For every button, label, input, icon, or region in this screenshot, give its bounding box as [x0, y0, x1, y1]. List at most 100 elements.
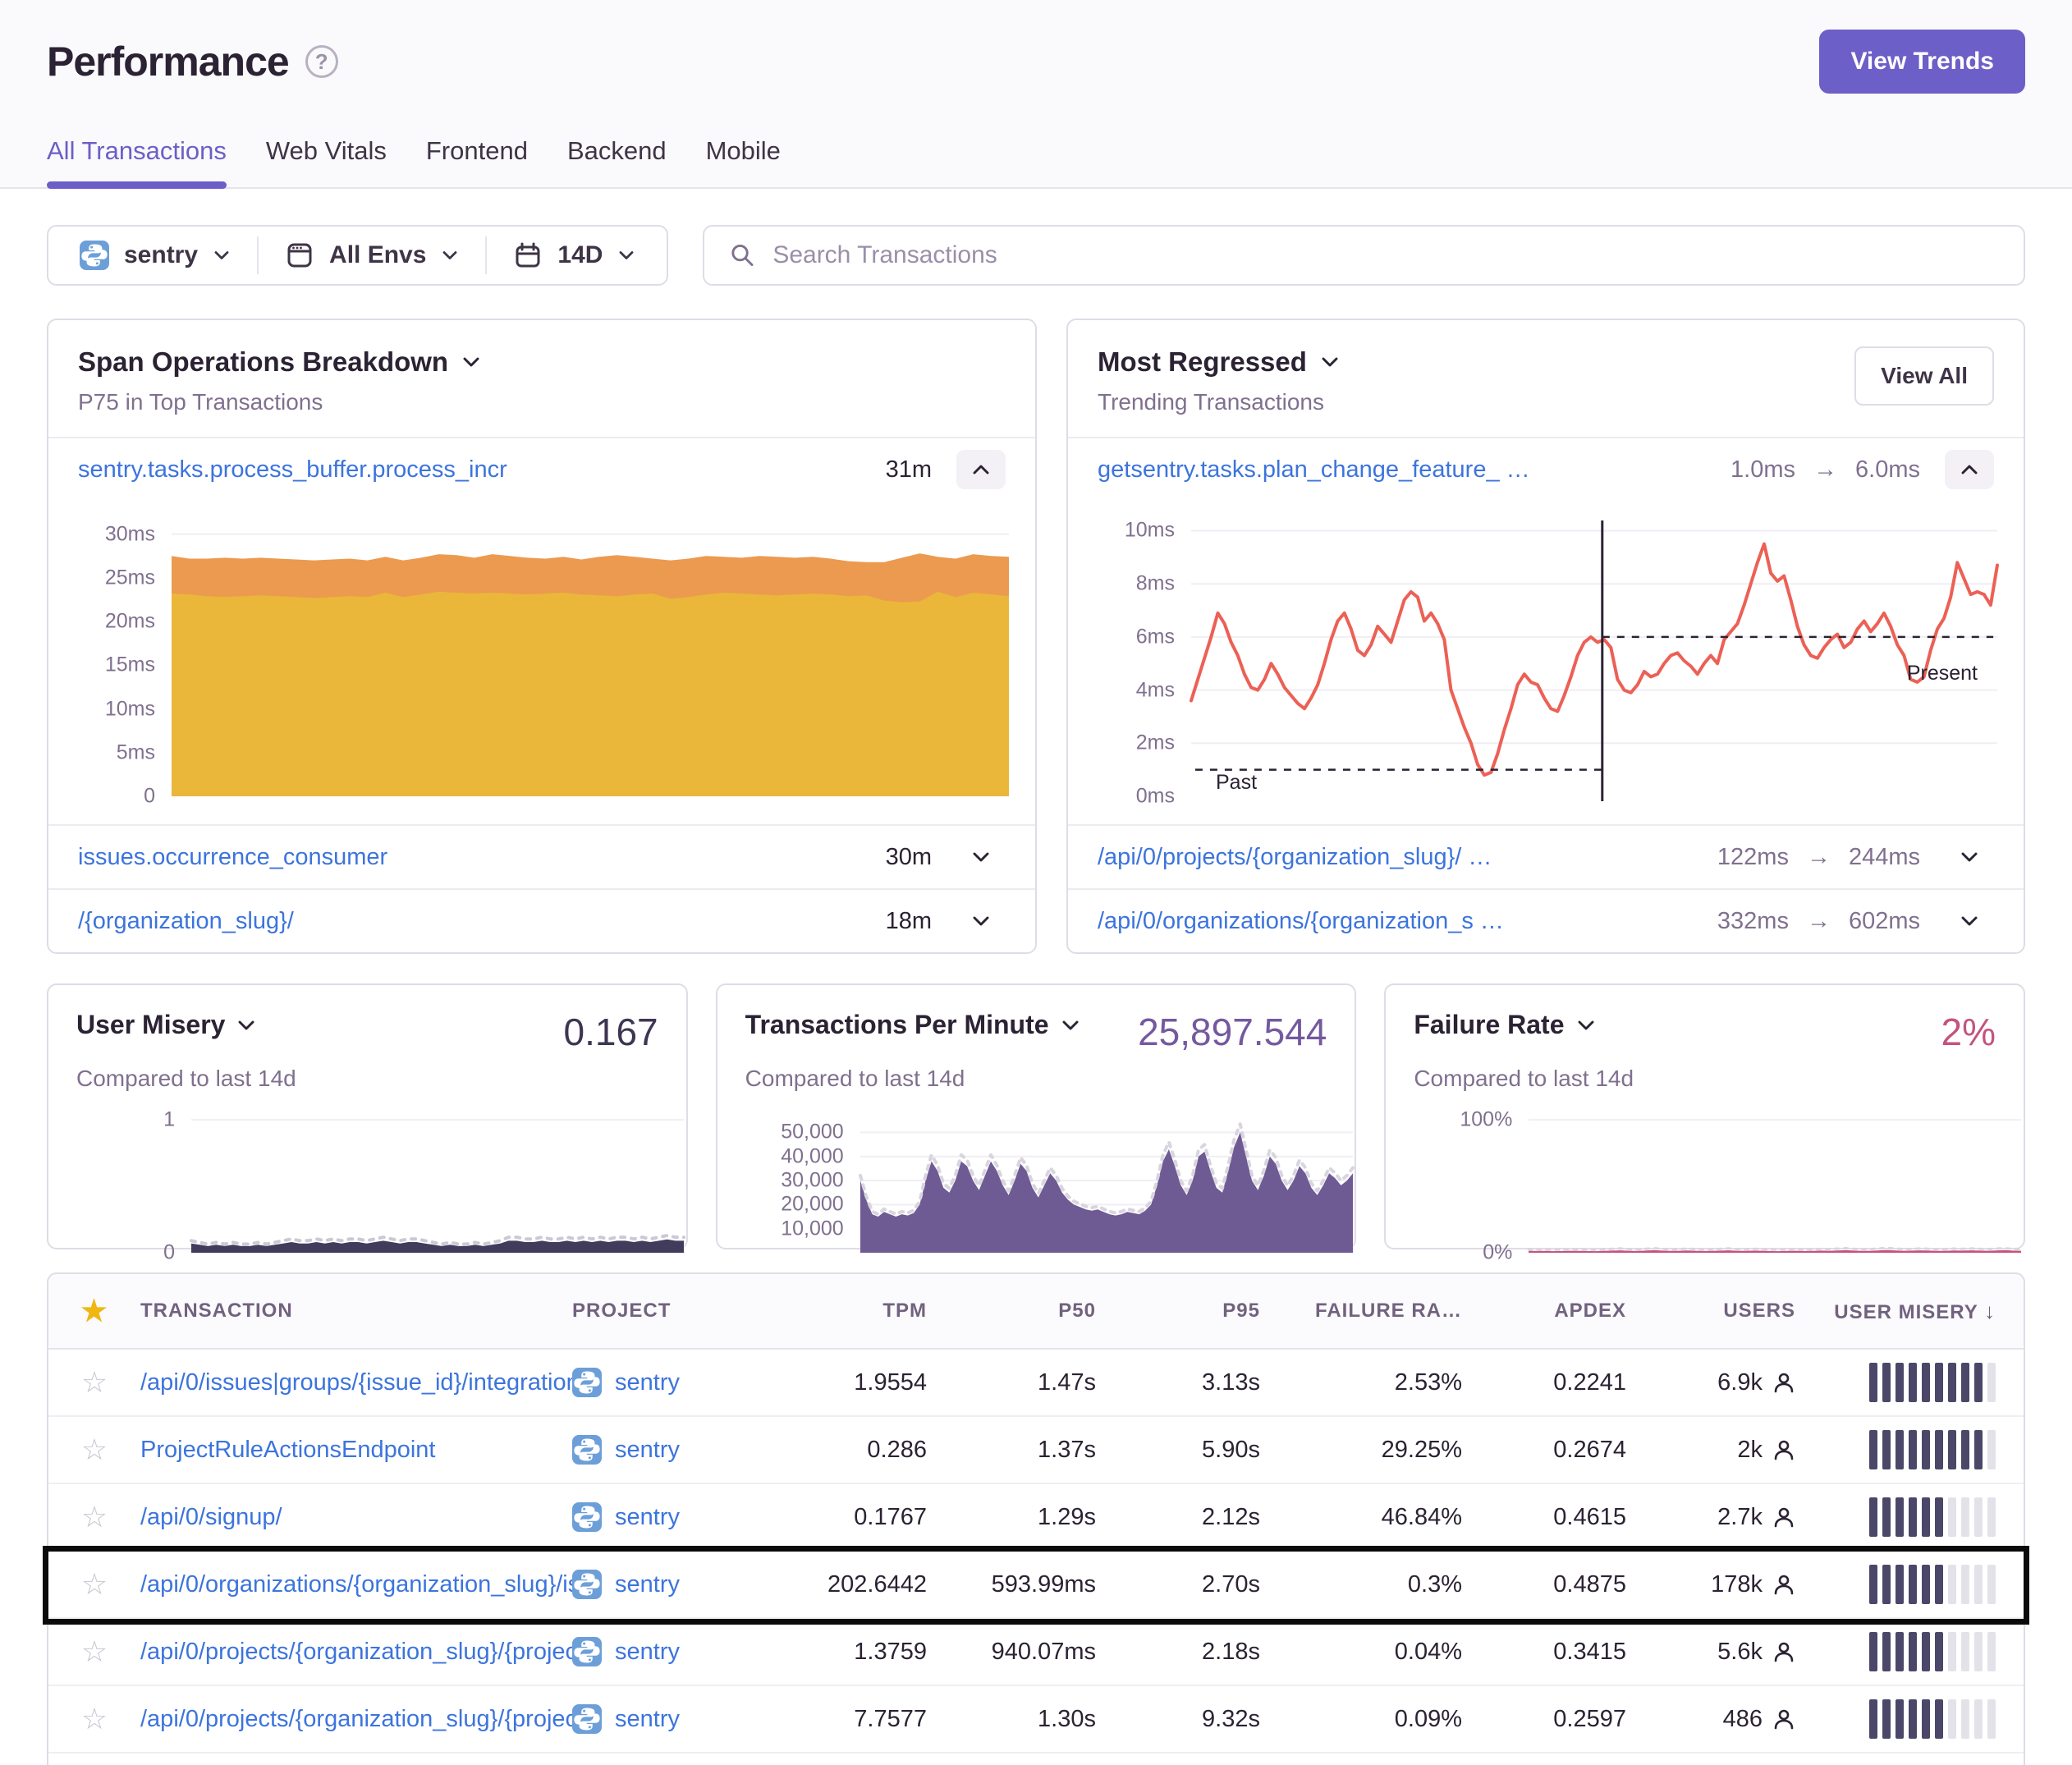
column-header-failure-rate[interactable]: FAILURE RA…	[1281, 1300, 1483, 1323]
y-axis-ticks: 10	[76, 1113, 191, 1253]
table-body: ☆ /api/0/issues|groups/{issue_id}/integra…	[48, 1350, 2024, 1765]
transaction-link[interactable]: /api/0/signup/	[140, 1504, 572, 1531]
star-toggle[interactable]: ☆	[81, 1500, 108, 1534]
view-all-button[interactable]: View All	[1854, 346, 1994, 406]
environment-filter-label: All Envs	[329, 241, 426, 269]
transaction-link[interactable]: /api/0/organizations/{organization_slug}…	[140, 1571, 572, 1598]
collapse-button[interactable]	[956, 450, 1006, 489]
column-header-p50[interactable]: P50	[948, 1300, 1117, 1323]
project-link[interactable]: sentry	[615, 1437, 680, 1464]
table-row: ☆ /api/0/projects/{organization_slug}/{pr…	[48, 1619, 2024, 1686]
p50-cell: 1.29s	[948, 1504, 1117, 1531]
tab-web-vitals[interactable]: Web Vitals	[266, 136, 387, 187]
search-icon	[729, 241, 756, 269]
regressed-transaction-link[interactable]: getsentry.tasks.plan_change_feature_ …	[1098, 456, 1712, 484]
tab-frontend[interactable]: Frontend	[426, 136, 528, 187]
user-icon	[1772, 1506, 1795, 1529]
past-label: Past	[1216, 771, 1257, 795]
user-misery-bars	[1817, 1430, 2024, 1469]
most-regressed-title[interactable]: Most Regressed	[1098, 346, 1340, 378]
view-trends-button[interactable]: View Trends	[1819, 30, 2025, 94]
star-toggle[interactable]: ☆	[81, 1567, 108, 1602]
users-cell: 2.7k	[1648, 1504, 1817, 1531]
project-cell: sentry	[572, 1704, 792, 1734]
regressed-from-value: 122ms	[1717, 844, 1789, 871]
column-header-p95[interactable]: P95	[1117, 1300, 1281, 1323]
user-misery-card: User Misery 0.167 Compared to last 14d 1…	[47, 983, 688, 1249]
column-header-transaction[interactable]: TRANSACTION	[140, 1300, 572, 1323]
date-range-filter[interactable]: 14D	[487, 241, 662, 270]
tpm-cell: 7.7577	[792, 1706, 948, 1733]
regressed-from-value: 1.0ms	[1730, 456, 1795, 484]
column-header-users[interactable]: USERS	[1648, 1300, 1817, 1323]
project-link[interactable]: sentry	[615, 1504, 680, 1531]
tab-all-transactions[interactable]: All Transactions	[47, 136, 227, 187]
project-cell: sentry	[572, 1570, 792, 1599]
regressed-transaction-link[interactable]: /api/0/organizations/{organization_s …	[1098, 908, 1699, 935]
expand-button[interactable]	[956, 837, 1006, 877]
python-logo	[572, 1570, 602, 1599]
failure-rate-cell: 29.25%	[1281, 1437, 1483, 1464]
failure-rate-cell: 0.04%	[1281, 1639, 1483, 1666]
span-operation-link[interactable]: issues.occurrence_consumer	[78, 844, 868, 871]
user-misery-bars	[1817, 1497, 2024, 1537]
transaction-link[interactable]: /api/0/projects/{organization_slug}/{pro…	[140, 1706, 572, 1733]
chevron-down-icon	[1320, 355, 1340, 369]
project-link[interactable]: sentry	[615, 1639, 680, 1666]
transaction-link[interactable]: /api/0/issues|groups/{issue_id}/integrat…	[140, 1369, 572, 1396]
chevron-down-icon	[1576, 1019, 1596, 1032]
failure-rate-title[interactable]: Failure Rate	[1414, 1010, 1595, 1040]
metric-cards: User Misery 0.167 Compared to last 14d 1…	[47, 983, 2025, 1249]
regressed-to-value: 244ms	[1849, 844, 1920, 871]
user-icon	[1772, 1371, 1795, 1394]
chevron-down-icon	[236, 1019, 256, 1032]
transaction-link[interactable]: ProjectRuleActionsEndpoint	[140, 1437, 572, 1464]
environment-icon	[285, 241, 314, 270]
table-row: ☆/api/0/signup/sentry0.17671.29s2.12s46.…	[48, 1484, 2024, 1552]
project-filter[interactable]: sentry	[53, 241, 257, 270]
user-icon	[1772, 1708, 1795, 1731]
expand-button[interactable]	[1945, 837, 1994, 877]
span-area-chart	[172, 525, 1009, 796]
star-toggle[interactable]: ☆	[81, 1433, 108, 1467]
span-operation-link[interactable]: sentry.tasks.process_buffer.process_incr	[78, 456, 868, 484]
project-cell: sentry	[572, 1368, 792, 1397]
failure-rate-area-chart	[1529, 1113, 2021, 1253]
tab-backend[interactable]: Backend	[567, 136, 667, 187]
collapse-button[interactable]	[1945, 450, 1994, 489]
chevron-down-icon	[213, 250, 231, 261]
column-header-user-misery[interactable]: USER MISERY ↓	[1817, 1299, 2024, 1324]
regressed-row-expanded: getsentry.tasks.plan_change_feature_ … 1…	[1068, 437, 2024, 501]
user-misery-title[interactable]: User Misery	[76, 1010, 256, 1040]
failure-rate-title-text: Failure Rate	[1414, 1010, 1564, 1040]
failure-rate-cell: 2.53%	[1281, 1369, 1483, 1396]
search-transactions-input[interactable]	[772, 241, 1999, 269]
column-header-tpm[interactable]: TPM	[792, 1300, 948, 1323]
tpm-title[interactable]: Transactions Per Minute	[745, 1010, 1080, 1040]
column-header-apdex[interactable]: APDEX	[1483, 1300, 1648, 1323]
apdex-cell: 0.2674	[1483, 1437, 1648, 1464]
expand-button[interactable]	[1945, 901, 1994, 941]
star-toggle[interactable]: ☆	[81, 1634, 108, 1669]
project-link[interactable]: sentry	[615, 1571, 680, 1598]
failure-rate-cell: 0.09%	[1281, 1706, 1483, 1733]
present-label: Present	[1907, 662, 1978, 685]
expand-button[interactable]	[956, 901, 1006, 941]
project-link[interactable]: sentry	[615, 1369, 680, 1396]
star-column-header[interactable]: ★	[48, 1294, 140, 1328]
failure-rate-cell: 0.3%	[1281, 1571, 1483, 1598]
transaction-link[interactable]: /api/0/projects/{organization_slug}/{pro…	[140, 1639, 572, 1666]
star-toggle[interactable]: ☆	[81, 1365, 108, 1400]
column-header-project[interactable]: PROJECT	[572, 1300, 792, 1323]
star-toggle[interactable]: ☆	[81, 1702, 108, 1736]
arrow-right-icon: →	[1813, 456, 1837, 484]
tab-mobile[interactable]: Mobile	[706, 136, 781, 187]
span-operation-link[interactable]: /{organization_slug}/	[78, 908, 868, 935]
regressed-transaction-link[interactable]: /api/0/projects/{organization_slug}/ …	[1098, 844, 1699, 871]
project-link[interactable]: sentry	[615, 1706, 680, 1733]
environment-filter[interactable]: All Envs	[259, 241, 485, 270]
help-icon[interactable]: ?	[305, 45, 338, 78]
project-filter-label: sentry	[124, 241, 198, 269]
span-operations-title[interactable]: Span Operations Breakdown	[78, 346, 481, 378]
performance-page: Performance ? View Trends All Transactio…	[0, 0, 2072, 1765]
